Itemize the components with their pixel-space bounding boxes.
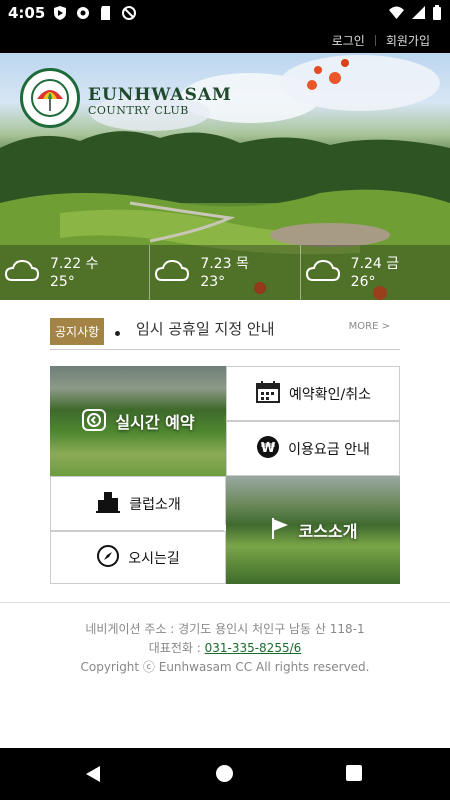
status-bar: 4:05 <box>0 0 450 26</box>
nav-separator <box>374 35 376 46</box>
notice-more-link[interactable]: MORE > <box>349 321 390 332</box>
footer: 네비게이션 주소 : 경기도 용인시 처인구 남동 산 118-1 대표전화 :… <box>0 620 450 677</box>
notice-link[interactable]: 임시 공휴일 지정 안내 <box>136 318 275 339</box>
weather-temp: 25° <box>50 273 75 290</box>
battery-icon <box>432 5 442 25</box>
svg-text:₩: ₩ <box>261 441 276 456</box>
course-intro-label: 코스소개 <box>298 522 358 541</box>
booking-check-button[interactable]: 예약확인/취소 <box>226 366 400 421</box>
course-intro-button[interactable]: 코스소개 <box>226 476 400 584</box>
booking-check-label: 예약확인/취소 <box>289 386 371 403</box>
club-intro-label: 클럽소개 <box>129 496 181 513</box>
won-coin-icon: ₩ <box>256 435 280 463</box>
signup-link[interactable]: 회원가입 <box>386 32 430 49</box>
gear-icon <box>75 5 91 21</box>
bullet-dot <box>115 331 120 336</box>
weather-forecast: 7.22 수 25° 7.23 목 23° 7.24 금 26° <box>0 245 450 300</box>
back-icon[interactable] <box>85 765 101 783</box>
weather-date: 7.22 수 <box>50 255 99 272</box>
realtime-booking-label: 실시간 예약 <box>115 413 195 432</box>
notice-badge: 공지사항 <box>50 318 105 345</box>
directions-label: 오시는길 <box>128 550 180 567</box>
club-logo <box>20 68 80 128</box>
status-notification-icons <box>52 5 137 21</box>
status-system-icons <box>388 5 442 25</box>
directions-button[interactable]: 오시는길 <box>50 531 226 584</box>
system-navigation-bar <box>0 748 450 800</box>
realtime-booking-button[interactable]: 실시간 예약 <box>50 366 226 476</box>
club-intro-button[interactable]: 클럽소개 <box>50 476 226 531</box>
wifi-icon <box>388 5 405 25</box>
status-time: 4:05 <box>8 4 46 22</box>
calendar-icon <box>255 380 281 408</box>
weather-date: 7.24 금 <box>350 255 400 272</box>
footer-copyright: Copyright ⓒ Eunhwasam CC All rights rese… <box>80 660 370 674</box>
logo-umbrella <box>31 79 69 117</box>
footer-phone-link[interactable]: 031-335-8255/6 <box>205 641 302 655</box>
weather-temp: 26° <box>350 273 376 290</box>
fee-info-button[interactable]: ₩ 이용요금 안내 <box>226 421 400 476</box>
play-shield-icon <box>52 5 68 21</box>
top-nav: 로그인 회원가입 <box>0 26 450 53</box>
footer-phone-label: 대표전화 : <box>148 641 205 655</box>
weather-day-1: 7.22 수 25° <box>0 245 149 300</box>
signal-icon <box>411 5 426 25</box>
building-icon <box>95 490 121 518</box>
brand-name: EUNHWASAM <box>88 85 232 105</box>
notice-bar: 공지사항 임시 공휴일 지정 안내 MORE > <box>50 316 400 350</box>
hero-banner: EUNHWASAM COUNTRY CLUB 7.22 수 25° 7.23 목… <box>0 53 450 300</box>
weather-day-3: 7.24 금 26° <box>299 245 450 300</box>
weather-temp: 23° <box>200 273 226 290</box>
home-icon[interactable] <box>216 765 233 782</box>
footer-divider <box>0 602 450 603</box>
compass-icon <box>96 544 120 572</box>
brand-title: EUNHWASAM COUNTRY CLUB <box>88 86 232 117</box>
weather-date: 7.23 목 <box>200 255 249 272</box>
weather-day-2: 7.23 목 23° <box>149 245 299 300</box>
footer-phone-row: 대표전화 : 031-335-8255/6 <box>0 639 450 658</box>
login-link[interactable]: 로그인 <box>332 32 365 49</box>
brand-subtitle: COUNTRY CLUB <box>88 104 189 117</box>
no-sign-icon <box>121 5 137 21</box>
recent-apps-icon[interactable] <box>346 765 362 781</box>
fee-info-label: 이용요금 안내 <box>288 441 370 458</box>
footer-address: 네비게이션 주소 : 경기도 용인시 처인구 남동 산 118-1 <box>85 622 365 636</box>
flag-icon <box>269 516 291 544</box>
calendar-clock-icon <box>81 406 107 436</box>
account-links: 로그인 회원가입 <box>332 32 430 49</box>
sd-card-icon <box>98 5 114 21</box>
